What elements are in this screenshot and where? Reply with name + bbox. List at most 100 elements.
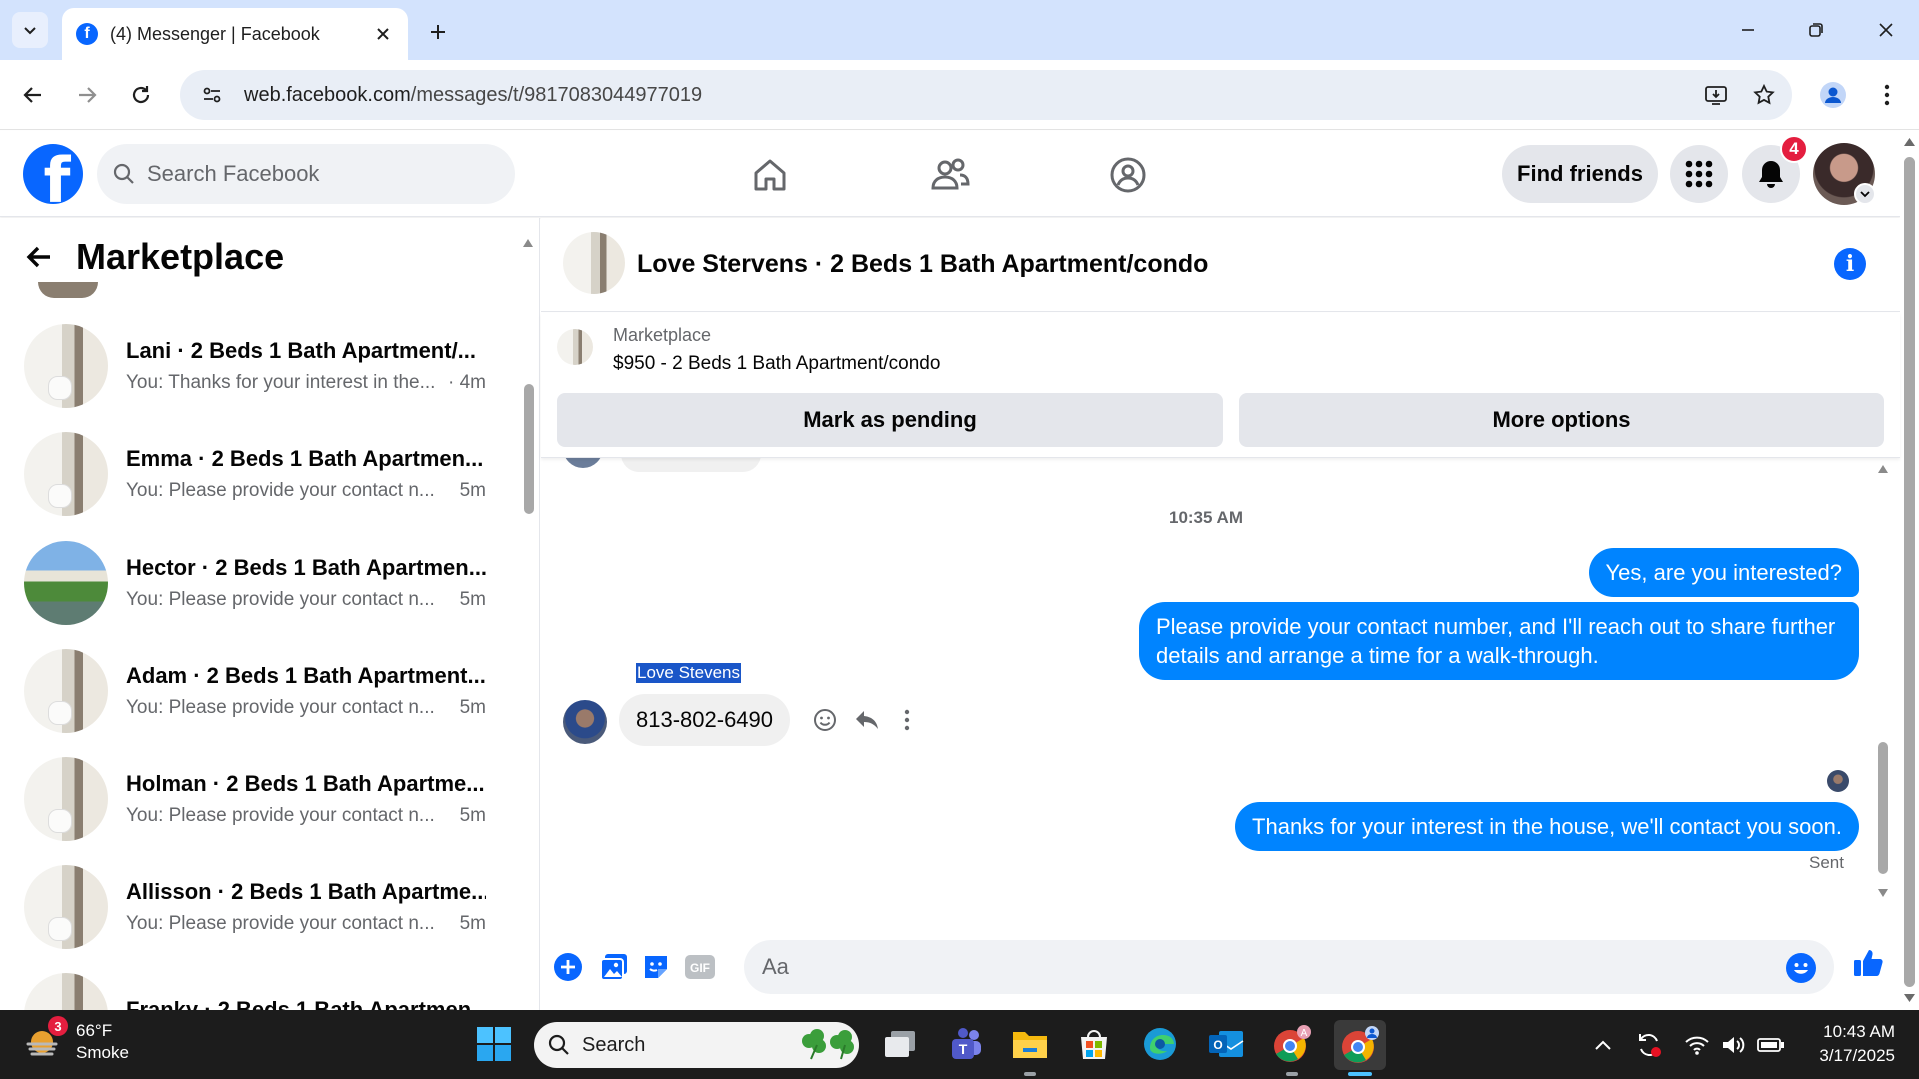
conversation-time: · 4m	[448, 372, 486, 393]
menu-button[interactable]	[1670, 145, 1728, 203]
back-arrow-icon[interactable]	[24, 242, 54, 272]
chrome-profile-a-button[interactable]: A	[1270, 1022, 1314, 1066]
back-button[interactable]	[14, 76, 52, 114]
composer-placeholder: Aa	[762, 954, 789, 979]
battery-status[interactable]	[1756, 1030, 1786, 1060]
microsoft-store-button[interactable]	[1072, 1022, 1116, 1066]
incoming-message[interactable]: 813-802-6490	[619, 694, 791, 746]
tab-close-button[interactable]	[372, 23, 394, 45]
conversation-item[interactable]: Franky · 2 Beds 1 Bath Apartmen...	[24, 965, 494, 1010]
start-button[interactable]	[472, 1022, 516, 1066]
listing-thumbnail	[24, 541, 108, 625]
scroll-up-icon[interactable]	[1877, 464, 1889, 474]
listing-thumbnail	[24, 865, 108, 949]
weather-temperature: 66°F	[76, 1021, 113, 1040]
conversation-name: Adam · 2 Beds 1 Bath Apartment...	[126, 663, 486, 688]
new-tab-button[interactable]	[420, 14, 456, 50]
scrollbar-thumb[interactable]	[1904, 157, 1915, 987]
conversation-item[interactable]: Lani · 2 Beds 1 Bath Apartment/... You: …	[24, 316, 494, 416]
scroll-up-icon[interactable]	[1903, 137, 1916, 147]
running-indicator	[1286, 1072, 1298, 1076]
react-button[interactable]	[809, 704, 841, 736]
browser-tab[interactable]: f (4) Messenger | Facebook	[62, 8, 408, 60]
windows-search-box[interactable]: Search	[534, 1022, 859, 1068]
outlook-button[interactable]: O	[1204, 1022, 1248, 1066]
more-actions-button[interactable]	[551, 950, 585, 984]
facebook-search-input[interactable]: Search Facebook	[97, 144, 515, 204]
sender-name: Love Stevens	[636, 663, 742, 683]
listing-description[interactable]: $950 - 2 Beds 1 Bath Apartment/condo	[613, 353, 940, 375]
teams-icon: T	[952, 1028, 981, 1059]
file-explorer-button[interactable]	[1008, 1022, 1052, 1066]
conversation-item[interactable]: Allisson · 2 Beds 1 Bath Apartme... You:…	[24, 857, 494, 957]
conversation-item[interactable]: Adam · 2 Beds 1 Bath Apartment... You: P…	[24, 641, 494, 741]
sync-status-button[interactable]	[1634, 1030, 1664, 1060]
scroll-down-icon[interactable]	[1877, 888, 1889, 898]
wifi-status[interactable]	[1682, 1030, 1712, 1060]
facebook-logo[interactable]: f	[23, 144, 83, 204]
system-clock[interactable]: 10:43 AM 3/17/2025	[1800, 1020, 1895, 1068]
weather-widget[interactable]: 3 66°F Smoke	[22, 1016, 129, 1064]
find-friends-button[interactable]: Find friends	[1502, 145, 1658, 203]
image-icon	[600, 954, 627, 981]
browser-menu-button[interactable]	[1868, 76, 1906, 114]
info-icon[interactable]: i	[1834, 248, 1866, 280]
marketplace-header: Marketplace	[24, 236, 284, 278]
restore-button[interactable]	[1792, 10, 1840, 50]
address-bar[interactable]: web.facebook.com/messages/t/981708304497…	[180, 70, 1792, 120]
partial-thumbnail	[38, 282, 98, 298]
volume-control[interactable]	[1718, 1030, 1748, 1060]
reply-button[interactable]	[851, 704, 883, 736]
gif-button[interactable]: GIF	[683, 950, 717, 984]
plus-circle-icon	[554, 953, 582, 981]
scrollbar-thumb[interactable]	[524, 384, 534, 514]
chat-avatar[interactable]	[563, 232, 625, 294]
outgoing-message[interactable]: Thanks for your interest in the house, w…	[1235, 802, 1859, 851]
forward-button[interactable]	[68, 76, 106, 114]
emoji-button[interactable]	[1786, 953, 1816, 983]
arrow-right-icon	[79, 87, 97, 103]
tab-search-button[interactable]	[12, 12, 48, 48]
scrollbar-thumb[interactable]	[1878, 742, 1888, 874]
message-more-button[interactable]	[891, 704, 923, 736]
conversation-list-scrollbar[interactable]	[521, 238, 535, 1008]
conversation-item[interactable]: Emma · 2 Beds 1 Bath Apartmen... You: Pl…	[24, 424, 494, 524]
site-info-icon[interactable]	[192, 75, 232, 115]
groups-nav-button[interactable]	[1104, 151, 1152, 199]
conversation-time: 5m	[459, 697, 486, 718]
attach-media-button[interactable]	[597, 950, 631, 984]
conversation-item[interactable]: Hector · 2 Beds 1 Bath Apartmen... You: …	[24, 533, 494, 633]
mark-as-pending-button[interactable]: Mark as pending	[557, 393, 1223, 447]
like-send-button[interactable]	[1851, 946, 1885, 980]
outgoing-message[interactable]: Yes, are you interested?	[1588, 548, 1859, 597]
chrome-active-button[interactable]	[1334, 1020, 1386, 1070]
teams-app-button[interactable]: T	[942, 1022, 986, 1066]
conversation-item[interactable]: Holman · 2 Beds 1 Bath Apartme... You: P…	[24, 749, 494, 849]
edge-browser-button[interactable]	[1138, 1022, 1182, 1066]
thumbs-up-icon	[1854, 950, 1883, 976]
close-window-button[interactable]	[1862, 10, 1910, 50]
more-options-button[interactable]: More options	[1239, 393, 1884, 447]
profile-button[interactable]	[1814, 76, 1852, 114]
minimize-button[interactable]	[1724, 10, 1772, 50]
task-view-button[interactable]	[878, 1022, 922, 1066]
show-hidden-icons-button[interactable]	[1588, 1030, 1618, 1060]
scroll-down-icon[interactable]	[1903, 993, 1916, 1003]
sender-avatar[interactable]	[563, 700, 607, 744]
outgoing-message[interactable]: Please provide your contact number, and …	[1139, 602, 1859, 680]
message-scrollbar[interactable]	[1875, 458, 1891, 913]
listing-thumbnail[interactable]	[557, 329, 593, 365]
scroll-up-icon[interactable]	[522, 238, 534, 248]
chat-title[interactable]: Love Stervens · 2 Beds 1 Bath Apartment/…	[637, 250, 1208, 279]
page-scrollbar[interactable]	[1900, 131, 1919, 1010]
reload-button[interactable]	[122, 76, 160, 114]
friends-nav-button[interactable]	[926, 151, 974, 199]
message-composer: GIF Aa	[541, 918, 1900, 1010]
install-app-button[interactable]	[1696, 75, 1736, 115]
bookmark-button[interactable]	[1744, 75, 1784, 115]
sticker-button[interactable]	[639, 950, 673, 984]
folder-icon	[1013, 1032, 1047, 1058]
account-chevron-down-icon[interactable]	[1854, 183, 1876, 205]
home-nav-button[interactable]	[746, 151, 794, 199]
message-input[interactable]: Aa	[744, 940, 1834, 994]
